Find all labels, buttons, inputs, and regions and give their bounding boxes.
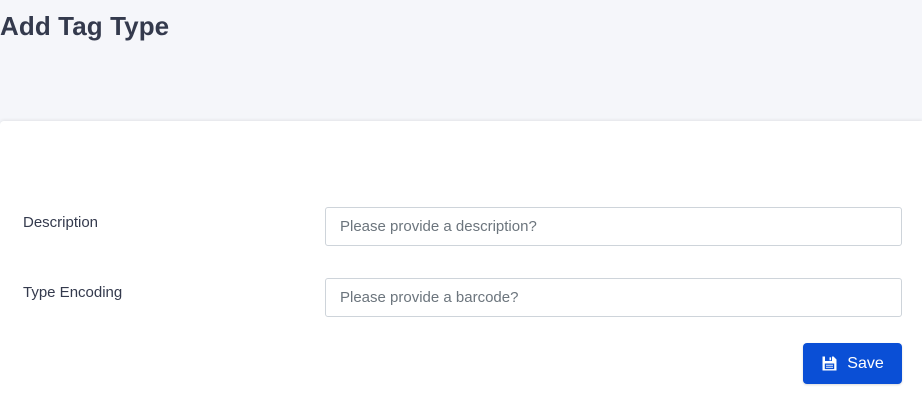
save-button[interactable]: Save (803, 343, 902, 384)
type-encoding-label: Type Encoding (23, 284, 123, 301)
save-button-label: Save (847, 354, 884, 372)
floppy-disk-icon (821, 355, 838, 372)
type-encoding-input[interactable] (325, 278, 902, 317)
description-label: Description (23, 214, 99, 231)
page-title: Add Tag Type (0, 11, 170, 41)
description-input[interactable] (325, 207, 902, 246)
page: Add Tag Type Description Type Encoding S… (0, 0, 922, 402)
form-card: Description Type Encoding Save (0, 121, 922, 402)
